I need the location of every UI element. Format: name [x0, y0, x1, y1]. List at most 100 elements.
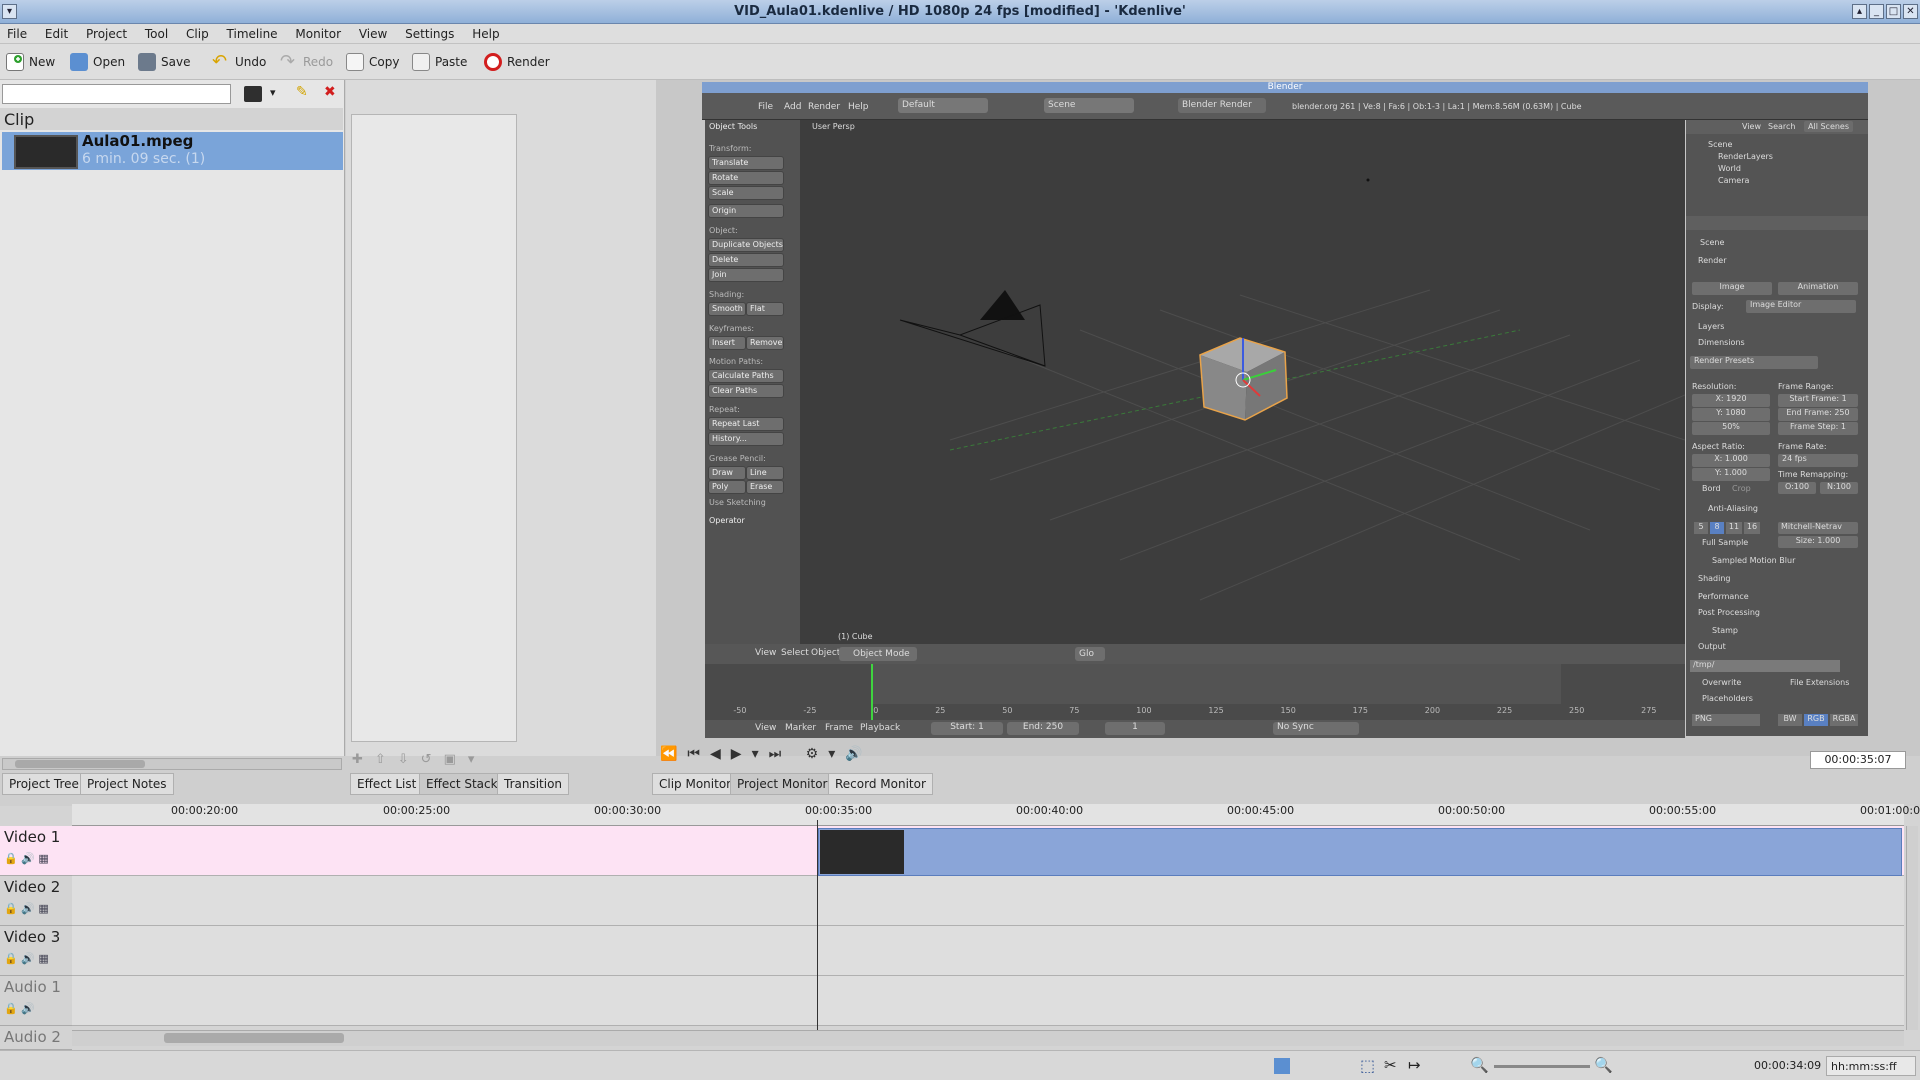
- blender-menu-file[interactable]: File: [758, 102, 773, 112]
- new-button[interactable]: New: [6, 50, 55, 74]
- remap-new-field[interactable]: N:100: [1820, 482, 1858, 494]
- color-bw-button[interactable]: BW: [1778, 714, 1802, 726]
- shade-icon[interactable]: ▴: [1852, 4, 1867, 19]
- calculate-paths-button[interactable]: Calculate Paths: [708, 369, 784, 383]
- color-rgba-button[interactable]: RGBA: [1830, 714, 1858, 726]
- monitor-timecode[interactable]: 00:00:35:07: [1810, 751, 1906, 769]
- frame-step-field[interactable]: Frame Step: 1: [1778, 422, 1858, 435]
- file-format-select[interactable]: PNG: [1692, 714, 1760, 726]
- performance-panel[interactable]: Performance: [1698, 592, 1749, 601]
- minimize-icon[interactable]: _: [1869, 4, 1884, 19]
- post-processing-panel[interactable]: Post Processing: [1698, 608, 1760, 617]
- aa-8-button[interactable]: 8: [1710, 522, 1724, 534]
- outliner-scene-item[interactable]: Scene: [1708, 140, 1732, 149]
- project-horizontal-scrollbar[interactable]: [2, 758, 342, 770]
- timeline-end-field[interactable]: End: 250: [1007, 722, 1079, 735]
- dimensions-panel[interactable]: Dimensions: [1698, 338, 1745, 347]
- edit-clip-icon[interactable]: ✎: [296, 84, 308, 100]
- overwrite-checkbox[interactable]: Overwrite: [1702, 678, 1741, 687]
- remap-old-field[interactable]: O:100: [1778, 482, 1816, 494]
- blender-menu-add[interactable]: Add: [784, 102, 801, 112]
- menu-tool[interactable]: Tool: [138, 24, 175, 41]
- maximize-icon[interactable]: □: [1886, 4, 1901, 19]
- operator-panel[interactable]: Operator: [709, 516, 745, 525]
- blender-scene-select[interactable]: Scene: [1044, 98, 1134, 113]
- track-lane-video-2[interactable]: [72, 876, 1904, 926]
- timeline-vertical-scrollbar[interactable]: [1906, 826, 1918, 1030]
- tab-project-monitor[interactable]: Project Monitor: [730, 773, 835, 795]
- outliner-camera-item[interactable]: Camera: [1718, 176, 1749, 185]
- timeline-start-field[interactable]: Start: 1: [931, 722, 1003, 735]
- outliner-view-menu[interactable]: View: [1742, 122, 1761, 131]
- resolution-percent-field[interactable]: 50%: [1692, 422, 1770, 435]
- transform-orientation-select[interactable]: Glo: [1075, 647, 1105, 661]
- shading-panel[interactable]: Shading: [1698, 574, 1731, 583]
- aa-11-button[interactable]: 11: [1726, 522, 1742, 534]
- tab-effect-stack[interactable]: Effect Stack: [419, 773, 505, 795]
- draw-button[interactable]: Draw: [708, 466, 746, 480]
- aa-16-button[interactable]: 16: [1744, 522, 1760, 534]
- translate-button[interactable]: Translate: [708, 156, 784, 170]
- render-button[interactable]: Render: [484, 50, 550, 74]
- menu-monitor[interactable]: Monitor: [288, 24, 348, 41]
- render-presets-select[interactable]: Render Presets: [1690, 356, 1818, 369]
- blender-timeline[interactable]: -50 -25 0 25 50 75 100 125 150 175 200 225 250 275: [705, 664, 1685, 720]
- outliner-world-item[interactable]: World: [1718, 164, 1741, 173]
- viewport-select-menu[interactable]: Select: [781, 648, 809, 658]
- playhead[interactable]: [817, 820, 818, 1030]
- timeline-ruler[interactable]: [72, 804, 1904, 826]
- aa-size-field[interactable]: Size: 1.000: [1778, 536, 1858, 548]
- track-header-audio-1[interactable]: Audio 1 🔒 🔊: [0, 976, 72, 1026]
- timeline-frame-menu[interactable]: Frame: [825, 723, 853, 733]
- tab-project-notes[interactable]: Project Notes: [80, 773, 174, 795]
- select-tool-icon[interactable]: ⬚: [1360, 1056, 1375, 1075]
- aspect-y-field[interactable]: Y: 1.000: [1692, 468, 1770, 481]
- viewport-object-menu[interactable]: Object: [811, 648, 840, 658]
- zoom-in-icon[interactable]: 🔍: [1594, 1056, 1613, 1074]
- timeline-horizontal-scrollbar[interactable]: [72, 1030, 1904, 1046]
- add-clip-dropdown-icon[interactable]: ▾: [270, 86, 276, 99]
- render-panel-header[interactable]: Render: [1698, 256, 1726, 265]
- end-frame-field[interactable]: End Frame: 250: [1778, 408, 1858, 421]
- timeline-clip[interactable]: [818, 828, 1902, 876]
- track-header-video-1[interactable]: Video 1 🔒 🔊 ▦: [0, 826, 72, 876]
- start-frame-field[interactable]: Start Frame: 1: [1778, 394, 1858, 407]
- blender-menu-render[interactable]: Render: [808, 102, 840, 112]
- blender-layout-select[interactable]: Default: [898, 98, 988, 113]
- crop-checkbox[interactable]: Crop: [1732, 484, 1751, 493]
- menu-view[interactable]: View: [352, 24, 394, 41]
- tab-transition[interactable]: Transition: [497, 773, 570, 795]
- poly-button[interactable]: Poly: [708, 480, 746, 494]
- timeline-playback-menu[interactable]: Playback: [860, 723, 900, 733]
- save-button[interactable]: Save: [138, 50, 190, 74]
- blender-menu-help[interactable]: Help: [848, 102, 869, 112]
- effect-stack-buttons[interactable]: ✚⇧⇩↺▣▾: [352, 752, 512, 770]
- history-button[interactable]: History...: [708, 432, 784, 446]
- delete-button[interactable]: Delete: [708, 253, 784, 267]
- spacer-tool-icon[interactable]: ↦: [1408, 1056, 1421, 1074]
- razor-tool-icon[interactable]: ✂: [1384, 1056, 1397, 1074]
- resolution-x-field[interactable]: X: 1920: [1692, 394, 1770, 407]
- aa-5-button[interactable]: 5: [1694, 522, 1708, 534]
- render-image-button[interactable]: Image: [1692, 282, 1772, 295]
- display-select[interactable]: Image Editor: [1746, 300, 1856, 313]
- line-button[interactable]: Line: [746, 466, 784, 480]
- track-header-audio-2[interactable]: Audio 2: [0, 1026, 72, 1050]
- file-extensions-checkbox[interactable]: File Extensions: [1790, 678, 1849, 687]
- origin-button[interactable]: Origin: [708, 204, 784, 218]
- menu-project[interactable]: Project: [79, 24, 134, 41]
- track-header-video-3[interactable]: Video 3 🔒 🔊 ▦: [0, 926, 72, 976]
- copy-button[interactable]: Copy: [346, 50, 399, 74]
- placeholders-checkbox[interactable]: Placeholders: [1702, 694, 1753, 703]
- stamp-panel[interactable]: Stamp: [1712, 626, 1738, 635]
- blender-3d-viewport[interactable]: User Persp (1) Cube: [800, 120, 1685, 644]
- tab-project-tree[interactable]: Project Tree: [2, 773, 86, 795]
- rotate-button[interactable]: Rotate: [708, 171, 784, 185]
- track-header-video-2[interactable]: Video 2 🔒 🔊 ▦: [0, 876, 72, 926]
- monitor-playback-controls[interactable]: ⏪⏮◀▶▾⏭ ⚙▾🔊: [660, 746, 940, 770]
- redo-button[interactable]: ↷ Redo: [280, 50, 333, 74]
- zoom-out-icon[interactable]: 🔍: [1470, 1056, 1489, 1074]
- anti-aliasing-panel[interactable]: Anti-Aliasing: [1708, 504, 1758, 513]
- tab-clip-monitor[interactable]: Clip Monitor: [652, 773, 739, 795]
- paste-button[interactable]: Paste: [412, 50, 467, 74]
